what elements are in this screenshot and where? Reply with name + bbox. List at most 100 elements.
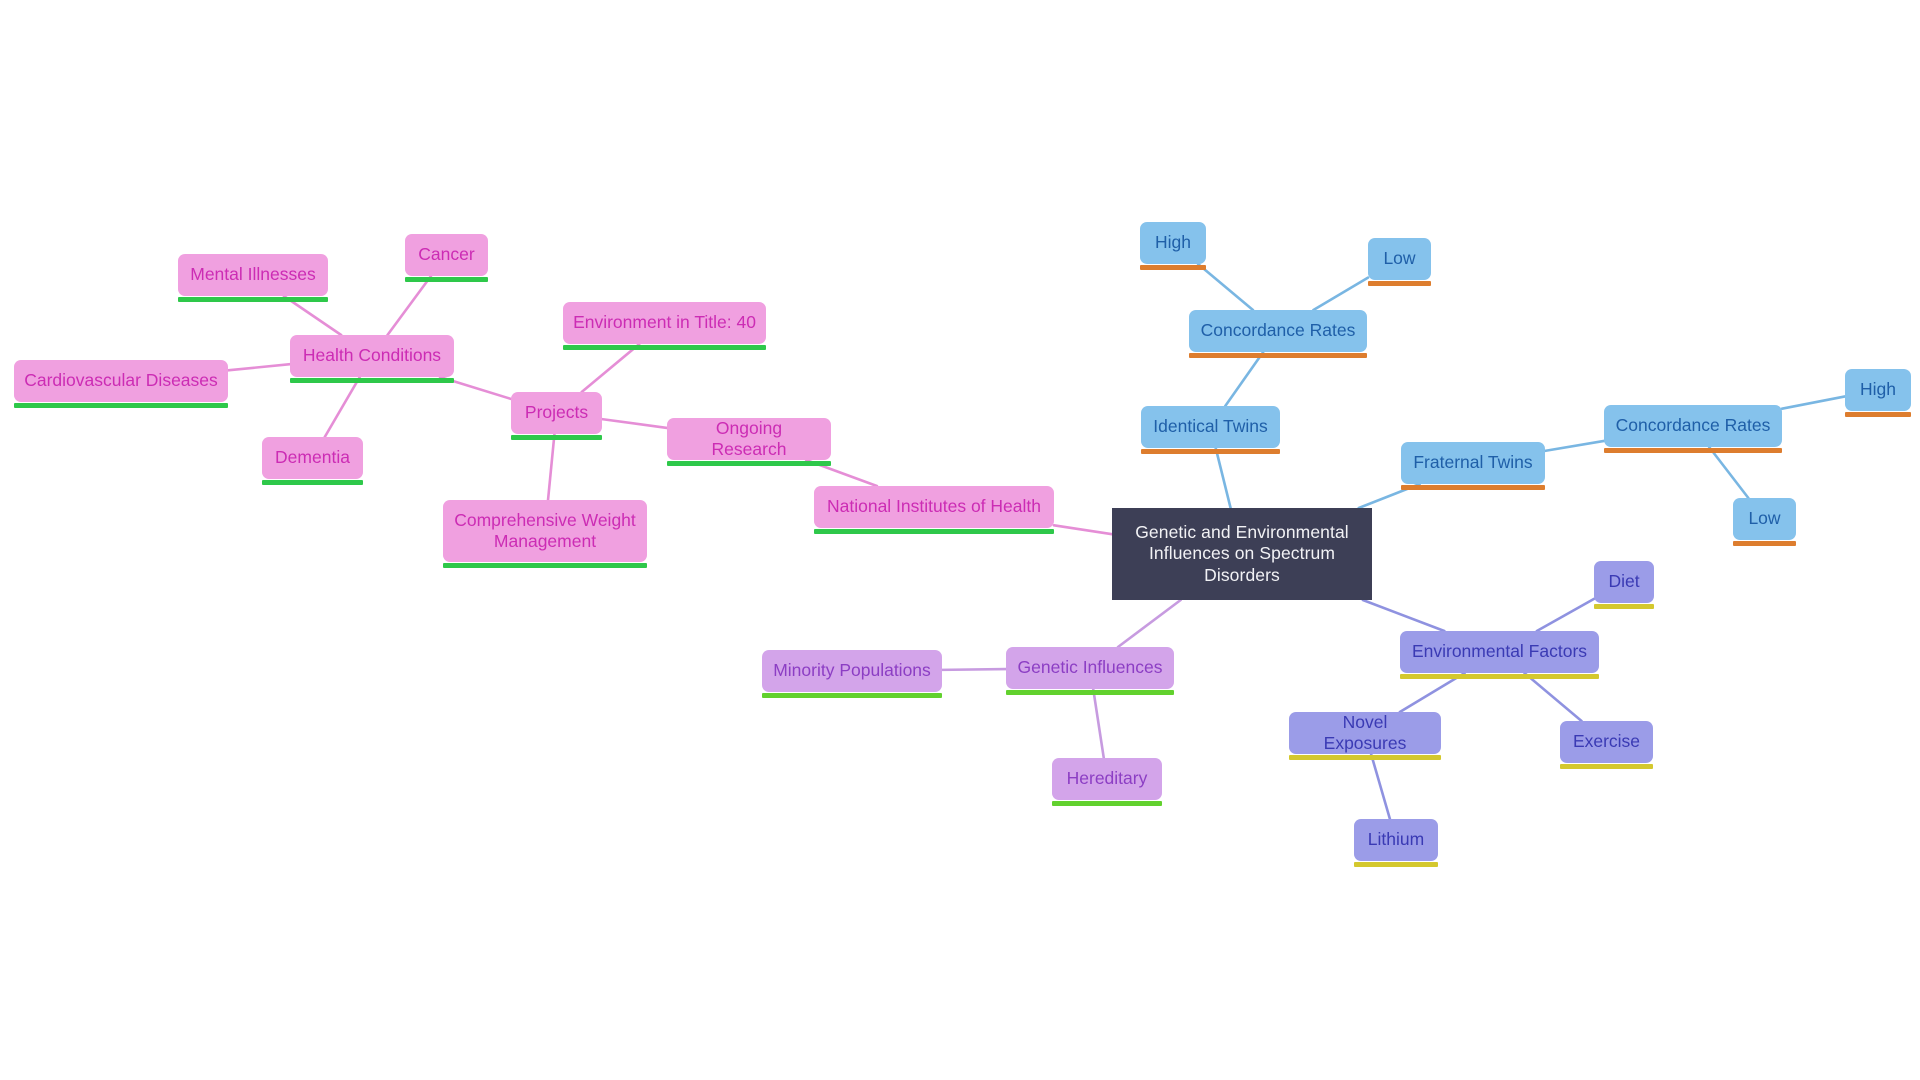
node-underline	[1141, 449, 1280, 454]
node-high-identical[interactable]: High	[1140, 222, 1206, 270]
node-underline	[14, 403, 228, 408]
edge-identical_twins-to-concordance_rates_identical	[1223, 350, 1265, 408]
node-label: High	[1155, 232, 1191, 253]
node-underline	[762, 693, 942, 698]
node-underline	[1052, 801, 1162, 806]
node-health-conditions[interactable]: Health Conditions	[290, 335, 454, 383]
edge-root-to-national_institutes_of_health	[1052, 524, 1114, 536]
node-label: Comprehensive Weight Management	[454, 509, 636, 551]
node-underline	[1400, 674, 1599, 679]
node-label: Genetic Influences	[1017, 657, 1163, 678]
node-low-identical[interactable]: Low	[1368, 238, 1431, 286]
node-label: National Institutes of Health	[826, 496, 1041, 517]
node-underline	[667, 461, 831, 466]
node-label: Hereditary	[1066, 768, 1148, 789]
node-label: Minority Populations	[773, 660, 931, 681]
node-label: Environment in Title: 40	[573, 312, 756, 333]
node-label: Health Conditions	[302, 345, 442, 366]
node-cancer[interactable]: Cancer	[405, 234, 488, 282]
node-underline	[1733, 541, 1796, 546]
edge-ongoing_research-to-projects	[600, 417, 669, 430]
node-high-fraternal[interactable]: High	[1845, 369, 1911, 417]
node-mental-illnesses[interactable]: Mental Illnesses	[178, 254, 328, 302]
node-underline	[1594, 604, 1654, 609]
node-label: Cancer	[418, 244, 475, 265]
node-projects[interactable]: Projects	[511, 392, 602, 440]
edge-health_conditions-to-cancer	[386, 274, 433, 337]
node-ongoing-research[interactable]: Ongoing Research	[667, 417, 831, 466]
edge-concordance_rates_identical-to-low_identical	[1312, 276, 1370, 312]
node-underline	[1368, 281, 1431, 286]
edge-novel_exposures-to-lithium	[1369, 752, 1392, 821]
node-underline	[178, 297, 328, 302]
node-underline	[1140, 265, 1206, 270]
node-environmental-factors[interactable]: Environmental Factors	[1400, 631, 1599, 679]
node-label: Projects	[524, 402, 589, 423]
node-underline	[1006, 690, 1174, 695]
mind-map-canvas: Cardiovascular Diseases Mental Illnesses…	[0, 0, 1920, 1080]
node-label: Environmental Factors	[1411, 641, 1588, 662]
node-underline	[1845, 412, 1911, 417]
edge-health_conditions-to-cardiovascular_diseases	[226, 362, 292, 372]
node-underline	[511, 435, 602, 440]
node-label: Cardiovascular Diseases	[24, 370, 218, 391]
edge-environmental_factors-to-diet	[1535, 597, 1596, 633]
node-exercise[interactable]: Exercise	[1560, 721, 1653, 769]
edge-genetic_influences-to-hereditary	[1091, 687, 1106, 760]
edge-concordance_rates_identical-to-high_identical	[1196, 262, 1255, 312]
node-label: High	[1860, 379, 1896, 400]
edge-projects-to-environment_in_title	[580, 342, 641, 394]
node-label: Exercise	[1572, 731, 1641, 752]
edge-root-to-environmental_factors	[1361, 598, 1446, 633]
node-genetic-influences[interactable]: Genetic Influences	[1006, 647, 1174, 695]
node-label: Dementia	[275, 447, 350, 468]
edge-genetic_influences-to-minority_populations	[940, 667, 1008, 672]
edge-root-to-identical_twins	[1214, 446, 1232, 510]
node-root-central-topic[interactable]: Genetic and Environmental Influences on …	[1112, 508, 1372, 600]
node-identical-twins[interactable]: Identical Twins	[1141, 406, 1280, 454]
node-cardiovascular-diseases[interactable]: Cardiovascular Diseases	[14, 360, 228, 408]
node-label: Identical Twins	[1153, 416, 1268, 437]
node-label: Low	[1748, 508, 1781, 529]
node-label: Mental Illnesses	[190, 264, 316, 285]
node-underline	[443, 563, 647, 568]
edge-concordance_rates_fraternal-to-high_fraternal	[1780, 395, 1847, 410]
node-label: Ongoing Research	[711, 417, 787, 459]
node-underline	[290, 378, 454, 383]
node-hereditary[interactable]: Hereditary	[1052, 758, 1162, 806]
node-underline	[1189, 353, 1367, 358]
node-underline	[563, 345, 766, 350]
node-underline	[1354, 862, 1438, 867]
node-underline	[1560, 764, 1653, 769]
node-concordance-rates-identical[interactable]: Concordance Rates	[1189, 310, 1367, 358]
node-minority-populations[interactable]: Minority Populations	[762, 650, 942, 698]
node-label: Diet	[1608, 571, 1640, 592]
node-fraternal-twins[interactable]: Fraternal Twins	[1401, 442, 1545, 490]
node-low-fraternal[interactable]: Low	[1733, 498, 1796, 546]
node-lithium[interactable]: Lithium	[1354, 819, 1438, 867]
edge-fraternal_twins-to-concordance_rates_fraternal	[1543, 439, 1606, 453]
node-concordance-rates-fraternal[interactable]: Concordance Rates	[1604, 405, 1782, 453]
node-label: Concordance Rates	[1200, 320, 1356, 341]
node-underline	[1604, 448, 1782, 453]
node-diet[interactable]: Diet	[1594, 561, 1654, 609]
node-novel-exposures[interactable]: Novel Exposures	[1289, 711, 1441, 760]
node-dementia[interactable]: Dementia	[262, 437, 363, 485]
node-label: Novel Exposures	[1323, 711, 1407, 753]
node-label: Fraternal Twins	[1413, 452, 1533, 473]
node-underline	[1289, 755, 1441, 760]
node-label: Low	[1383, 248, 1416, 269]
node-national-institutes-of-health[interactable]: National Institutes of Health	[814, 486, 1054, 534]
edge-environmental_factors-to-exercise	[1523, 671, 1583, 723]
node-underline	[814, 529, 1054, 534]
node-underline	[262, 480, 363, 485]
edge-layer	[226, 262, 1847, 821]
node-environment-in-title[interactable]: Environment in Title: 40	[563, 302, 766, 350]
edge-concordance_rates_fraternal-to-low_fraternal	[1707, 445, 1750, 500]
node-underline	[405, 277, 488, 282]
node-comprehensive-weight-management[interactable]: Comprehensive Weight Management	[443, 500, 647, 568]
edge-health_conditions-to-dementia	[323, 375, 362, 439]
node-label: Concordance Rates	[1615, 415, 1771, 436]
edge-root-to-genetic_influences	[1116, 598, 1182, 649]
node-label: Genetic and Environmental Influences on …	[1135, 521, 1349, 585]
